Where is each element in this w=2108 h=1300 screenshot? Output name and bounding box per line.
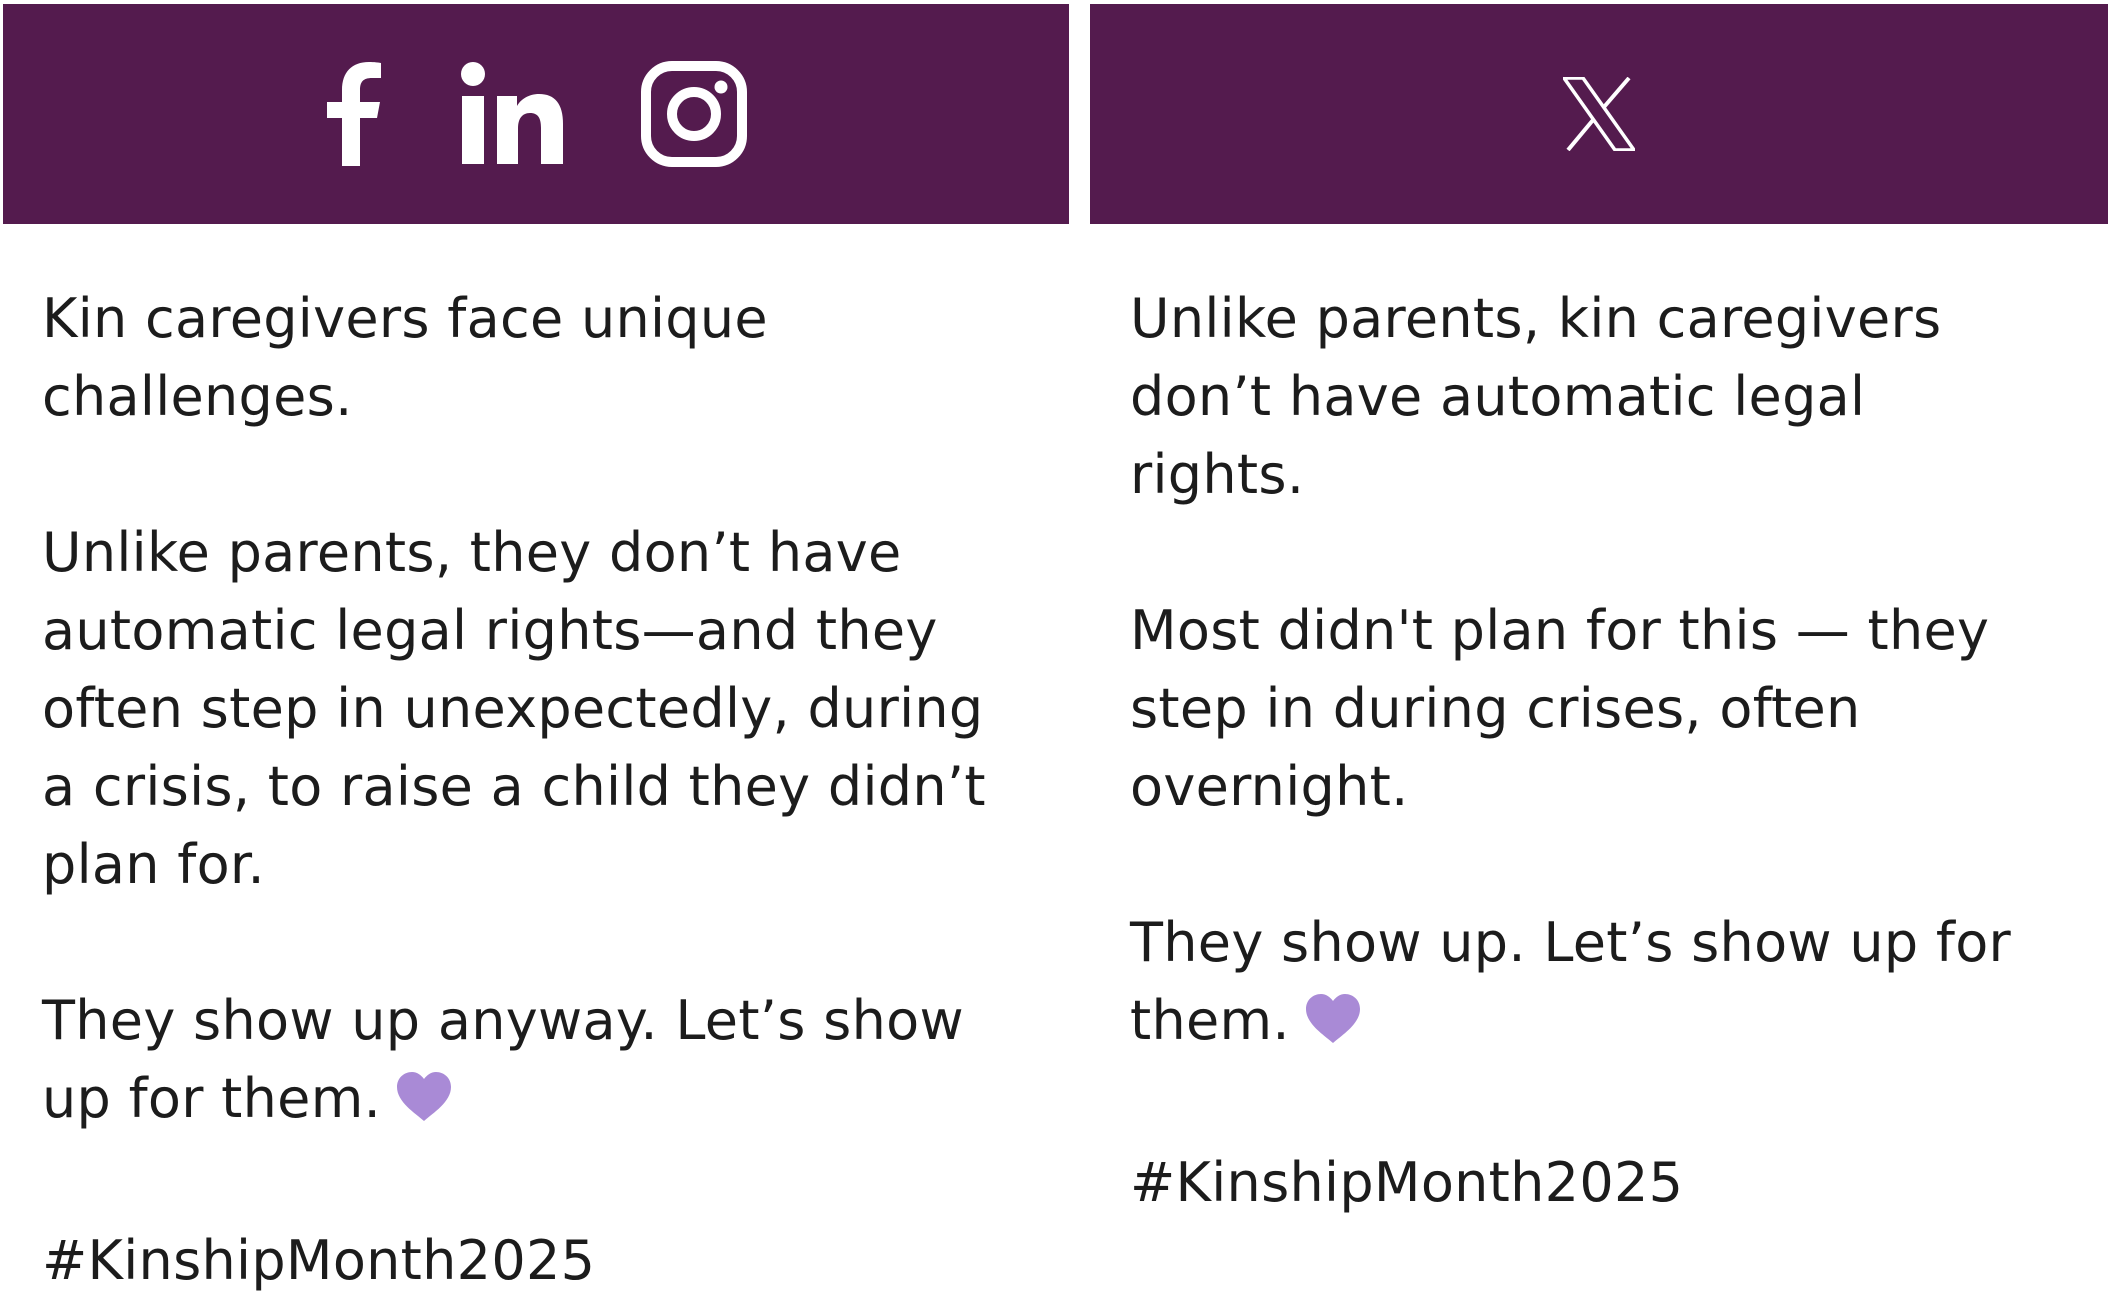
instagram-icon[interactable] [641,61,747,167]
post-body: Most didn't plan for this — they step in… [1130,599,1990,818]
post-text-facebook-linkedin-instagram: Kin caregivers face unique challenges. U… [42,280,1042,1300]
linkedin-icon[interactable] [459,62,563,166]
post-text-x: Unlike parents, kin caregivers don’t hav… [1130,280,2090,1222]
post-closing: They show up anyway. Let’s show up for t… [42,982,1042,1144]
hashtag[interactable]: #KinshipMonth2025 [1130,1144,2090,1222]
post-intro: Kin caregivers face unique challenges. [42,287,768,428]
x-icon[interactable] [1563,77,1635,151]
social-icons-row [325,61,747,167]
header-x [1090,4,2108,224]
header-facebook-linkedin-instagram [3,4,1069,224]
purple-heart-icon [395,1066,453,1144]
facebook-icon[interactable] [325,62,381,166]
purple-heart-icon [1304,988,1362,1066]
post-body: Unlike parents, they don’t have automati… [42,521,986,896]
post-intro: Unlike parents, kin caregivers don’t hav… [1130,287,1942,506]
post-closing-text: They show up anyway. Let’s show up for t… [42,989,964,1130]
post-closing: They show up. Let’s show up for them. [1130,904,2090,1066]
hashtag[interactable]: #KinshipMonth2025 [42,1222,1042,1300]
post-closing-text: They show up. Let’s show up for them. [1130,911,2012,1052]
